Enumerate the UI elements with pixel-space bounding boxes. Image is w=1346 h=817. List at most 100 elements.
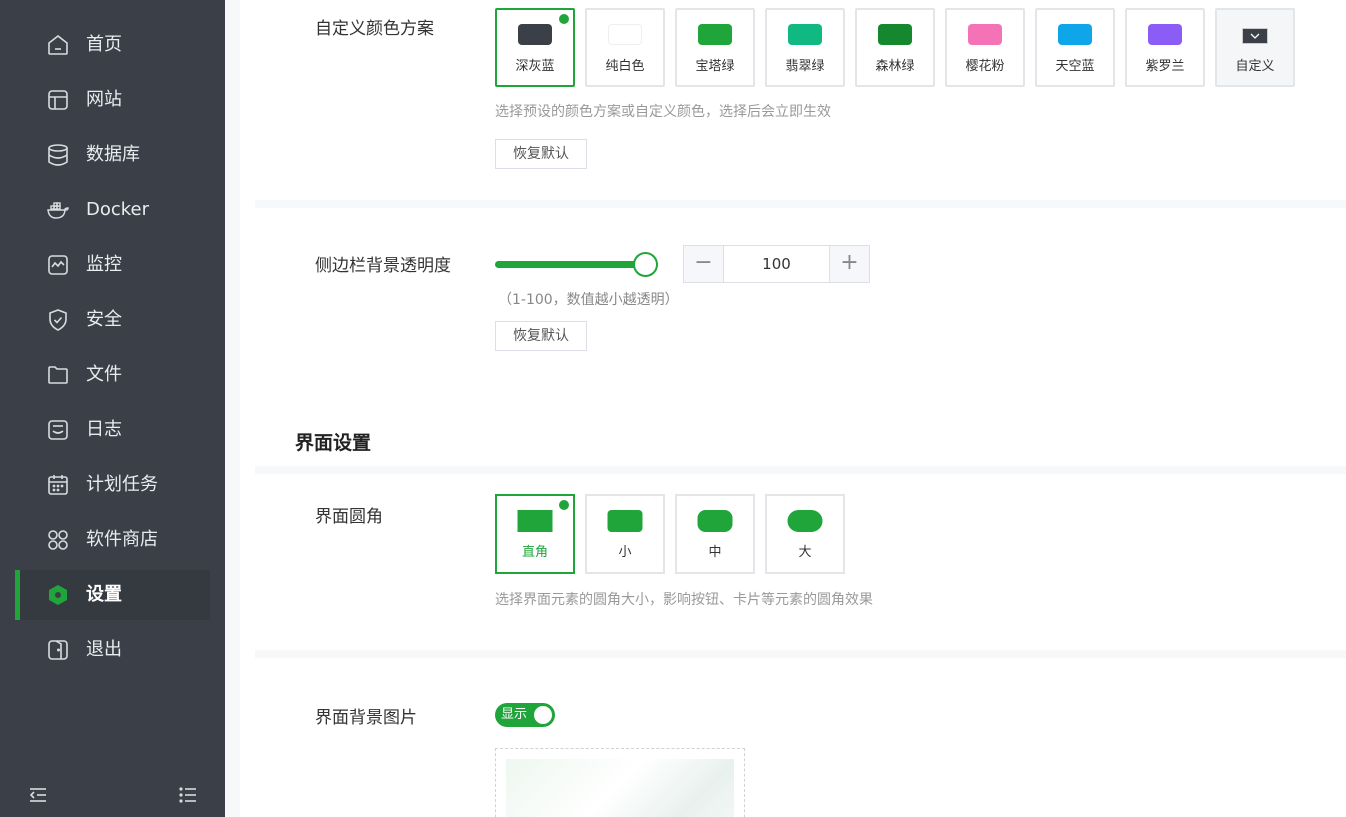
opacity-slider-handle[interactable]: [633, 252, 658, 277]
decrement-button[interactable]: −: [684, 246, 724, 282]
log-icon: [48, 420, 68, 440]
sidebar-item-monitor[interactable]: 监控: [15, 240, 210, 290]
selected-dot: [559, 500, 569, 510]
sidebar-item-label: 首页: [86, 34, 122, 55]
sidebar-item-website[interactable]: 网站: [15, 75, 210, 125]
active-indicator: [15, 570, 20, 620]
settings-icon: [49, 585, 67, 605]
sidebar-item-label: 数据库: [86, 144, 140, 165]
background-image-toggle[interactable]: 显示: [495, 703, 555, 727]
home-icon: [48, 34, 68, 55]
sidebar-item-label: 监控: [86, 254, 122, 275]
ui-settings-title: 界面设置: [295, 432, 372, 454]
section-divider: [255, 200, 1346, 208]
radius-preview: [607, 510, 643, 532]
docker-icon: [47, 202, 69, 219]
reset-color-scheme-button[interactable]: 恢复默认: [495, 139, 587, 169]
shield-icon: [49, 309, 67, 331]
color-option-dark-gray-blue[interactable]: 深灰蓝: [495, 8, 575, 87]
sidebar-item-docker[interactable]: Docker: [15, 185, 210, 235]
opacity-stepper: − 100 +: [683, 245, 870, 283]
folder-icon: [48, 366, 68, 384]
color-chip: [1058, 24, 1092, 45]
app-store-icon: [48, 530, 68, 550]
color-option-forest-green[interactable]: 森林绿: [855, 8, 935, 87]
logout-icon: [48, 640, 68, 660]
radius-option-label: 大: [798, 545, 812, 560]
ui-radius-label: 界面圆角: [315, 507, 383, 527]
sidebar-item-label: 退出: [86, 639, 122, 660]
sidebar-item-label: 安全: [86, 309, 122, 330]
sidebar-item-security[interactable]: 安全: [15, 295, 210, 345]
color-scheme-hint: 选择预设的颜色方案或自定义颜色，选择后会立即生效: [495, 104, 831, 120]
color-option-sakura-pink[interactable]: 樱花粉: [945, 8, 1025, 87]
ui-radius-hint: 选择界面元素的圆角大小，影响按钮、卡片等元素的圆角效果: [495, 592, 873, 608]
color-chip: [878, 24, 912, 45]
opacity-input[interactable]: 100: [724, 246, 829, 282]
radius-option-large[interactable]: 大: [765, 494, 845, 574]
color-chip: [608, 24, 642, 45]
radius-option-medium[interactable]: 中: [675, 494, 755, 574]
radius-preview: [697, 510, 733, 532]
sidebar-item-app-store[interactable]: 软件商店: [15, 515, 210, 565]
sidebar-item-label: 计划任务: [86, 474, 158, 495]
color-chip: [1148, 24, 1182, 45]
color-option-baota-green[interactable]: 宝塔绿: [675, 8, 755, 87]
selected-dot: [559, 14, 569, 24]
color-option-label: 纯白色: [605, 59, 645, 74]
radius-preview: [787, 510, 823, 532]
sidebar-item-cron[interactable]: 计划任务: [15, 460, 210, 510]
radius-option-label: 直角: [521, 545, 548, 560]
color-option-emerald-green[interactable]: 翡翠绿: [765, 8, 845, 87]
color-chip: [518, 24, 552, 45]
section-divider: [255, 650, 1346, 658]
sidebar-footer: [0, 780, 225, 810]
color-option-label: 紫罗兰: [1145, 59, 1185, 74]
color-option-label: 天空蓝: [1055, 59, 1095, 74]
radius-preview: [517, 510, 553, 532]
sidebar-item-database[interactable]: 数据库: [15, 130, 210, 180]
sidebar-item-settings[interactable]: 设置: [15, 570, 210, 620]
sidebar: 首页 网站 数据库 Docker 监控 安全 文件 日志 计划任务 软件商店 设…: [0, 0, 225, 817]
color-option-pure-white[interactable]: 纯白色: [585, 8, 665, 87]
color-option-label: 翡翠绿: [785, 59, 825, 74]
radius-option-label: 中: [708, 545, 722, 560]
background-image-uploader[interactable]: [495, 748, 745, 817]
sidebar-item-logs[interactable]: 日志: [15, 405, 210, 455]
color-picker-chip: [1242, 28, 1268, 44]
sidebar-item-label: 日志: [86, 419, 122, 440]
radius-option-small[interactable]: 小: [585, 494, 665, 574]
color-option-label: 樱花粉: [965, 59, 1005, 74]
sidebar-item-label: 文件: [86, 364, 122, 385]
color-option-violet[interactable]: 紫罗兰: [1125, 8, 1205, 87]
opacity-hint: （1-100，数值越小越透明）: [498, 292, 679, 308]
sidebar-item-files[interactable]: 文件: [15, 350, 210, 400]
website-icon: [48, 90, 68, 110]
radius-option-square[interactable]: 直角: [495, 494, 575, 574]
toggle-knob: [534, 706, 552, 724]
background-image-label: 界面背景图片: [315, 708, 417, 728]
color-chip: [698, 24, 732, 45]
color-option-sky-blue[interactable]: 天空蓝: [1035, 8, 1115, 87]
opacity-slider-track[interactable]: [495, 261, 645, 268]
sidebar-item-logout[interactable]: 退出: [15, 625, 210, 675]
color-option-custom[interactable]: 自定义: [1215, 8, 1295, 87]
color-option-label: 自定义: [1235, 59, 1275, 74]
database-icon: [48, 144, 68, 166]
color-option-label: 宝塔绿: [695, 59, 735, 74]
sidebar-opacity-label: 侧边栏背景透明度: [315, 256, 451, 276]
sidebar-item-home[interactable]: 首页: [15, 20, 210, 70]
section-divider: [255, 466, 1346, 474]
color-scheme-label: 自定义颜色方案: [315, 19, 434, 39]
sidebar-item-label: 设置: [86, 584, 122, 605]
reset-opacity-button[interactable]: 恢复默认: [495, 321, 587, 351]
increment-button[interactable]: +: [829, 246, 869, 282]
color-chip: [788, 24, 822, 45]
radius-option-label: 小: [618, 545, 632, 560]
collapse-sidebar-icon[interactable]: [27, 784, 49, 806]
monitor-icon: [48, 255, 68, 275]
background-image-preview: [506, 759, 734, 817]
sidebar-item-label: 软件商店: [86, 529, 158, 550]
list-menu-icon[interactable]: [177, 784, 199, 806]
sidebar-item-label: Docker: [86, 199, 150, 220]
